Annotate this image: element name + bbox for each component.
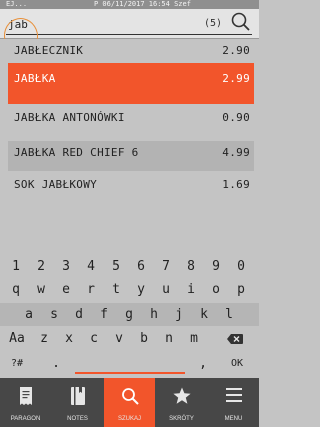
key-8[interactable]: 8	[179, 256, 203, 277]
key-5[interactable]: 5	[104, 256, 128, 277]
search-icon	[231, 12, 250, 31]
key-i[interactable]: i	[179, 279, 203, 300]
key-0[interactable]: 0	[229, 256, 253, 277]
key-a[interactable]: a	[17, 304, 41, 325]
key-f[interactable]: f	[92, 304, 116, 325]
key-2[interactable]: 2	[29, 256, 53, 277]
space-key[interactable]	[75, 353, 185, 374]
key-t[interactable]: t	[104, 279, 128, 300]
backspace-icon	[227, 333, 243, 344]
key-z[interactable]: z	[32, 328, 56, 349]
key-n[interactable]: n	[157, 328, 181, 349]
nav-notes[interactable]: NOTES	[52, 378, 103, 427]
key-1[interactable]: 1	[4, 256, 28, 277]
key-b[interactable]: b	[132, 328, 156, 349]
product-name: JABŁKA RED CHIEF 6	[14, 146, 139, 159]
product-name: JABŁKA	[14, 72, 56, 85]
key-x[interactable]: x	[57, 328, 81, 349]
nav-label: PARAGON	[10, 416, 41, 422]
search-button[interactable]	[229, 11, 253, 33]
key-k[interactable]: k	[192, 304, 216, 325]
product-price: 0.90	[222, 111, 250, 124]
shift-key[interactable]: Aa	[2, 328, 32, 349]
nav-paragon[interactable]: PARAGON	[0, 378, 51, 427]
result-row[interactable]: SOK JABŁKOWY 1.69	[8, 173, 254, 197]
nav-label: NOTES	[67, 416, 88, 422]
key-w[interactable]: w	[29, 279, 53, 300]
key-g[interactable]: g	[117, 304, 141, 325]
key-h[interactable]: h	[142, 304, 166, 325]
result-row[interactable]: JABŁKA RED CHIEF 6 4.99	[8, 141, 254, 171]
nav-label: SZUKAJ	[117, 416, 141, 422]
key-e[interactable]: e	[54, 279, 78, 300]
key-l[interactable]: l	[217, 304, 241, 325]
key-6[interactable]: 6	[129, 256, 153, 277]
key-c[interactable]: c	[82, 328, 106, 349]
key-d[interactable]: d	[67, 304, 91, 325]
nav-label: MENU	[224, 416, 243, 422]
menu-icon	[208, 387, 259, 407]
key-y[interactable]: y	[129, 279, 153, 300]
results-list: JABŁECZNIK 2.90 JABŁKA 2.99 JABŁKA ANTON…	[0, 39, 259, 254]
star-icon	[156, 387, 207, 407]
key-v[interactable]: v	[107, 328, 131, 349]
key-p[interactable]: p	[229, 279, 253, 300]
search-bar: (5)	[0, 9, 259, 58]
nav-label: SKRÓTY	[169, 416, 194, 422]
status-info: P 06/11/2017 16:54 Szef	[94, 0, 191, 8]
product-price: 2.99	[222, 72, 250, 85]
key-r[interactable]: r	[79, 279, 103, 300]
status-bar: EJ... P 06/11/2017 16:54 Szef	[0, 0, 259, 9]
notebook-icon	[52, 387, 103, 407]
symbols-key[interactable]: ?#	[2, 353, 32, 374]
ok-key[interactable]: OK	[220, 353, 254, 374]
key-s[interactable]: s	[42, 304, 66, 325]
product-name: SOK JABŁKOWY	[14, 178, 98, 191]
key-o[interactable]: o	[204, 279, 228, 300]
key-comma[interactable]: ,	[191, 353, 215, 374]
key-dot[interactable]: .	[44, 353, 68, 374]
device-name: EJ...	[6, 0, 28, 8]
result-row-selected[interactable]: JABŁKA 2.99	[8, 63, 254, 104]
key-q[interactable]: q	[4, 279, 28, 300]
search-underline	[6, 34, 252, 35]
search-icon	[104, 387, 155, 407]
product-name: JABŁKA ANTONÓWKI	[14, 111, 125, 124]
product-price: 4.99	[222, 146, 250, 159]
key-4[interactable]: 4	[79, 256, 103, 277]
product-price: 1.69	[222, 178, 250, 191]
key-u[interactable]: u	[154, 279, 178, 300]
on-screen-keyboard: 1 2 3 4 5 6 7 8 9 0 q w e r t y u i o p …	[0, 254, 259, 378]
bottom-navigation: PARAGON NOTES SZUKAJ SKRÓTY MENU	[0, 378, 259, 427]
nav-szukaj[interactable]: SZUKAJ	[104, 378, 155, 427]
backspace-key[interactable]	[216, 328, 254, 349]
result-row[interactable]: JABŁKA ANTONÓWKI 0.90	[8, 106, 254, 130]
key-m[interactable]: m	[182, 328, 206, 349]
nav-menu[interactable]: MENU	[208, 378, 259, 427]
key-7[interactable]: 7	[154, 256, 178, 277]
key-j[interactable]: j	[167, 304, 191, 325]
result-count: (5)	[204, 18, 223, 29]
key-3[interactable]: 3	[54, 256, 78, 277]
key-9[interactable]: 9	[204, 256, 228, 277]
nav-skroty[interactable]: SKRÓTY	[156, 378, 207, 427]
receipt-icon	[0, 387, 51, 407]
